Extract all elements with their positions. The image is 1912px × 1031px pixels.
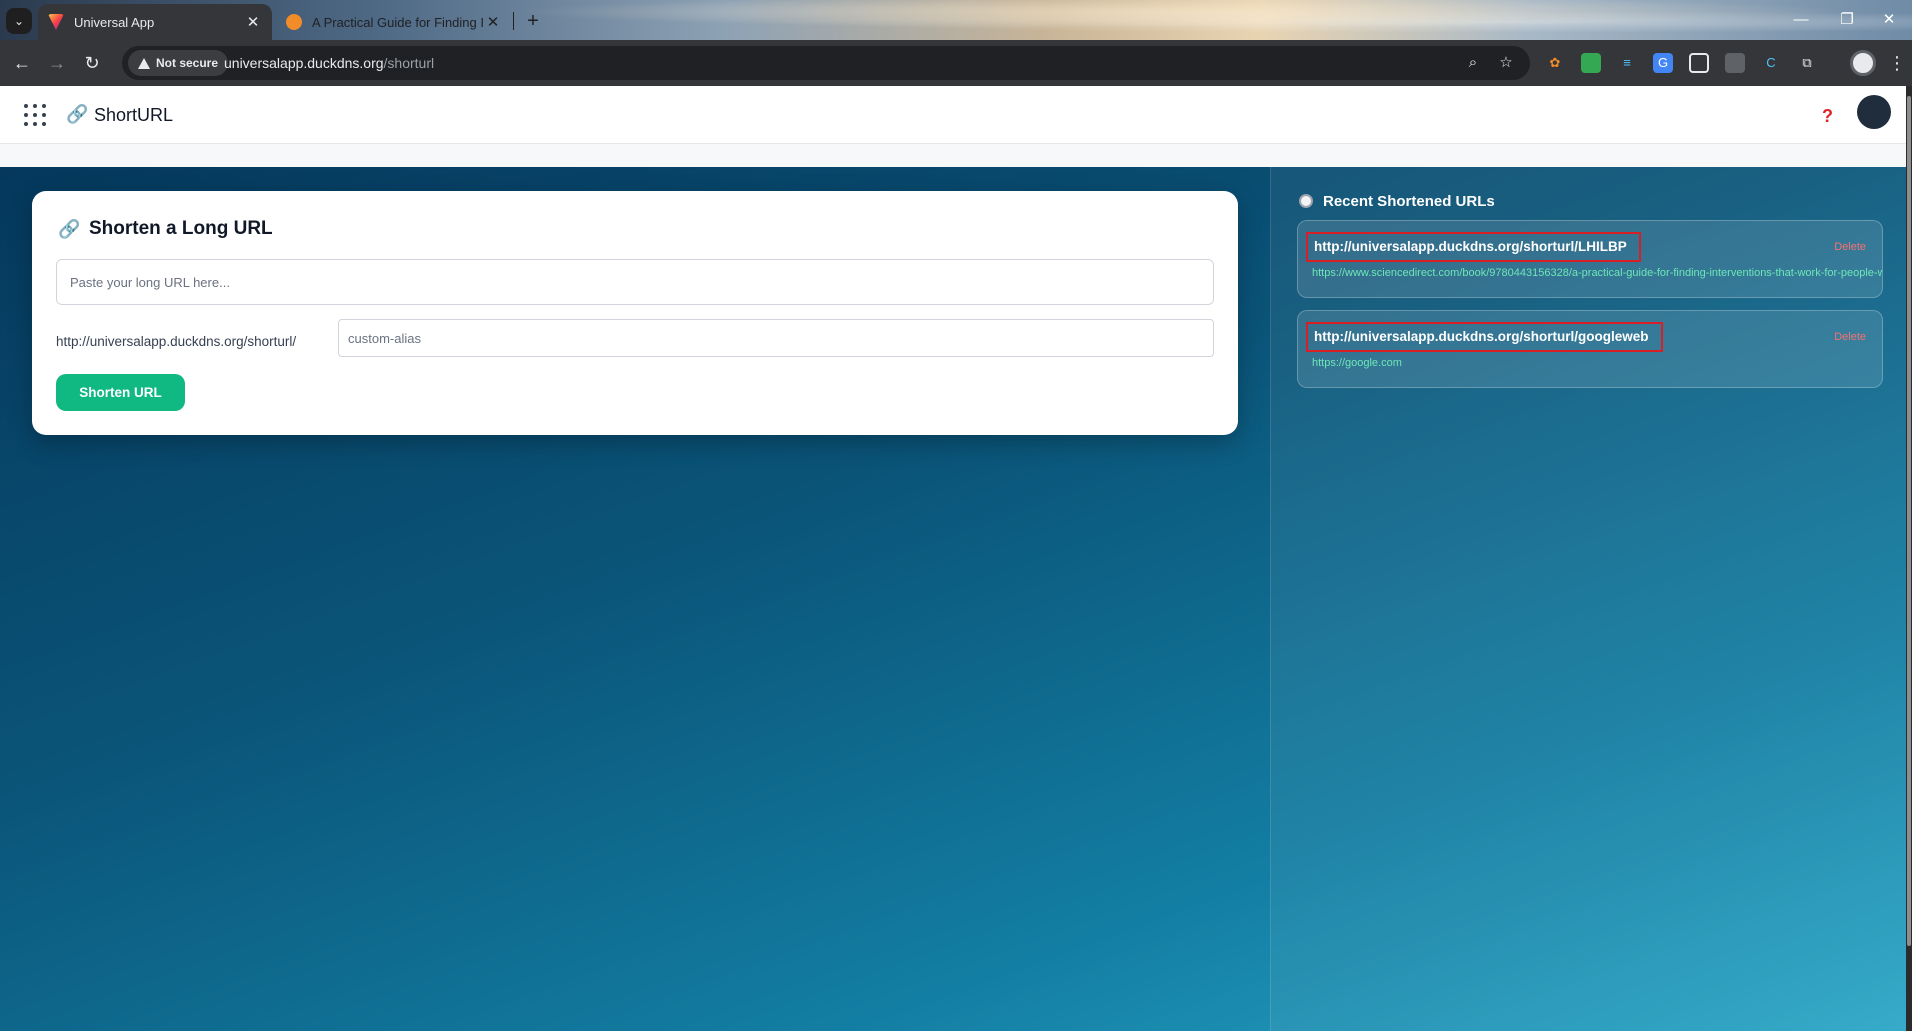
- extension-glasses-icon[interactable]: [1689, 53, 1709, 73]
- tab-divider: [513, 12, 514, 30]
- new-tab-button[interactable]: +: [520, 8, 546, 34]
- close-window-button[interactable]: ✕: [1866, 6, 1912, 34]
- minimize-button[interactable]: —: [1778, 6, 1824, 34]
- warning-icon: [138, 57, 150, 69]
- shorten-url-button[interactable]: Shorten URL: [56, 374, 185, 411]
- tab-search-chevron-icon[interactable]: ⌄: [6, 8, 32, 34]
- tab-close-icon[interactable]: ✕: [484, 13, 502, 31]
- back-arrow-icon[interactable]: ←: [8, 49, 36, 77]
- extension-c-icon[interactable]: C: [1761, 53, 1781, 73]
- zoom-icon[interactable]: ⌕: [1464, 54, 1482, 72]
- clock-icon: [1299, 194, 1313, 208]
- extension-palette-icon[interactable]: ✿: [1545, 53, 1565, 73]
- universal-app-favicon-icon: [48, 14, 64, 30]
- long-url-input[interactable]: [56, 259, 1214, 305]
- security-label: Not secure: [156, 56, 219, 70]
- custom-alias-input[interactable]: [338, 319, 1214, 357]
- browser-menu-icon[interactable]: ⋮: [1888, 50, 1906, 76]
- sciencedirect-favicon-icon: [286, 14, 302, 30]
- extension-translate-icon[interactable]: G: [1653, 53, 1673, 73]
- original-url-link[interactable]: https://google.com: [1312, 357, 1402, 369]
- short-url-link[interactable]: http://universalapp.duckdns.org/shorturl…: [1306, 232, 1641, 262]
- help-icon[interactable]: ?: [1822, 106, 1833, 127]
- restore-button[interactable]: ❐: [1824, 6, 1870, 34]
- extensions-puzzle-icon[interactable]: ⧉: [1797, 53, 1817, 73]
- delete-button[interactable]: Delete: [1834, 331, 1866, 343]
- scrollbar-thumb[interactable]: [1907, 96, 1911, 946]
- tab-universal-app[interactable]: Universal App ✕: [38, 4, 272, 40]
- address-bar[interactable]: Not secure universalapp.duckdns.org/shor…: [122, 46, 1530, 80]
- link-icon: 🔗: [58, 219, 81, 239]
- tab-practical-guide[interactable]: A Practical Guide for Finding Int ✕: [276, 4, 512, 40]
- short-url-prefix: http://universalapp.duckdns.org/shorturl…: [56, 334, 297, 349]
- recent-title: Recent Shortened URLs: [1323, 193, 1495, 210]
- header-subbar: [0, 144, 1906, 167]
- shorten-form-card: 🔗 Shorten a Long URL http://universalapp…: [32, 191, 1238, 435]
- app-grid-icon[interactable]: [24, 104, 46, 126]
- original-url-link[interactable]: https://www.sciencedirect.com/book/97804…: [1312, 267, 1882, 279]
- extension-folder-icon[interactable]: [1581, 53, 1601, 73]
- link-icon: 🔗: [66, 104, 89, 124]
- list-item: http://universalapp.duckdns.org/shorturl…: [1297, 220, 1883, 298]
- profile-avatar-icon[interactable]: [1850, 50, 1876, 76]
- url-path: /shorturl: [383, 55, 435, 71]
- app-header: 🔗 ShortURL ?: [0, 86, 1906, 144]
- main-area: 🔗 Shorten a Long URL http://universalapp…: [0, 167, 1906, 1031]
- tab-title: Universal App: [74, 14, 155, 30]
- list-item: http://universalapp.duckdns.org/shorturl…: [1297, 310, 1883, 388]
- short-url-link[interactable]: http://universalapp.duckdns.org/shorturl…: [1306, 322, 1663, 352]
- tab-close-icon[interactable]: ✕: [244, 13, 262, 31]
- security-chip[interactable]: Not secure: [128, 50, 229, 76]
- user-avatar[interactable]: [1857, 95, 1891, 129]
- extension-cards-icon[interactable]: [1725, 53, 1745, 73]
- url-host: universalapp.duckdns.org: [224, 55, 384, 71]
- recent-urls-panel: Recent Shortened URLs http://universalap…: [1270, 167, 1906, 1031]
- delete-button[interactable]: Delete: [1834, 241, 1866, 253]
- extension-lines-icon[interactable]: ≡: [1617, 53, 1637, 73]
- app-title: ShortURL: [94, 105, 174, 125]
- url-text[interactable]: universalapp.duckdns.org/shorturl: [224, 55, 434, 71]
- reload-icon[interactable]: ↻: [78, 49, 106, 77]
- forward-arrow-icon[interactable]: →: [43, 49, 71, 77]
- tab-title: A Practical Guide for Finding Int: [312, 14, 484, 30]
- browser-toolbar: ← → ↻ Not secure universalapp.duckdns.or…: [0, 40, 1912, 86]
- bookmark-star-icon[interactable]: ☆: [1497, 54, 1515, 72]
- form-title: Shorten a Long URL: [89, 218, 273, 239]
